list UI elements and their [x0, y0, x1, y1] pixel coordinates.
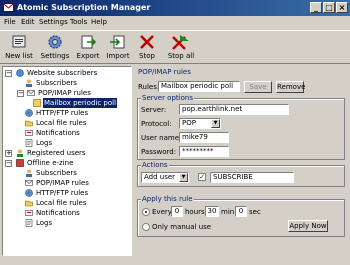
notification-icon: [25, 210, 33, 216]
close-button[interactable]: ×: [336, 2, 348, 13]
users-icon: [26, 169, 32, 177]
menu-help[interactable]: Help: [91, 18, 107, 26]
log-icon: [25, 219, 33, 227]
app-icon: [3, 3, 14, 12]
globe-icon: [25, 109, 33, 117]
mail-icon: [27, 90, 35, 96]
action-select[interactable]: Add user ▼: [141, 172, 189, 183]
mail-icon: [25, 180, 33, 186]
users-icon: [17, 149, 23, 157]
every-radio[interactable]: [142, 208, 150, 216]
menu-edit[interactable]: Edit: [21, 18, 35, 26]
minutes-label: min: [221, 208, 235, 216]
actions-caption: Actions: [141, 161, 169, 169]
ezine-icon: [16, 159, 24, 167]
server-label: Server:: [141, 106, 167, 114]
notification-icon: [25, 130, 33, 136]
minutes-input[interactable]: 30: [205, 206, 219, 217]
globe-icon: [25, 189, 33, 197]
seconds-input[interactable]: 0: [235, 206, 247, 217]
folder-icon: [25, 120, 33, 127]
stop-all-button[interactable]: Stop all: [166, 33, 196, 63]
hours-label: hours: [185, 208, 205, 216]
window-title: Atomic Subscription Manager: [17, 3, 151, 12]
apply-rule-group: Apply this rule Every: 0 hours 30 min 0 …: [137, 195, 345, 237]
chevron-down-icon[interactable]: ▼: [179, 173, 188, 182]
minimize-button[interactable]: _: [310, 2, 322, 13]
actions-group: Actions Add user ▼ ✓ SUBSCRIBE: [137, 161, 345, 187]
menu-file[interactable]: File: [4, 18, 16, 26]
menu-tools[interactable]: Tools: [70, 18, 87, 26]
manual-use-radio[interactable]: [142, 223, 150, 231]
rule-icon: [33, 99, 41, 107]
maximize-button[interactable]: □: [323, 2, 335, 13]
log-icon: [25, 139, 33, 147]
rules-field[interactable]: Mailbox periodic poll: [158, 81, 240, 92]
protocol-select[interactable]: POP ▼: [179, 118, 221, 129]
seconds-label: sec: [249, 208, 261, 216]
new-list-icon: [12, 35, 26, 48]
folder-icon: [25, 200, 33, 207]
manual-use-label: Only manual use: [152, 223, 212, 231]
title-bar: Atomic Subscription Manager _ □ ×: [0, 0, 350, 16]
keyword-input[interactable]: SUBSCRIBE: [210, 172, 294, 183]
apply-now-button[interactable]: Apply Now: [288, 220, 328, 232]
rule-editor-pane: POP/IMAP rules Rules: Mailbox periodic p…: [134, 66, 348, 263]
website-icon: [16, 69, 24, 77]
server-options-caption: Server options: [141, 94, 194, 102]
stop-button[interactable]: Stop: [136, 33, 158, 63]
chevron-down-icon[interactable]: ▼: [211, 119, 220, 128]
protocol-label: Protocol:: [141, 120, 172, 128]
menu-bar: File Edit Settings Tools Help: [0, 16, 350, 29]
server-options-group: Server options Server: pop.earthlink.net…: [137, 94, 345, 160]
username-label: User name:: [141, 134, 182, 142]
username-input[interactable]: mike79: [179, 132, 229, 143]
password-label: Password:: [141, 148, 177, 156]
import-button[interactable]: Import: [104, 33, 132, 63]
menu-settings[interactable]: Settings: [39, 18, 68, 26]
export-icon: [81, 35, 97, 49]
apply-rule-caption: Apply this rule: [141, 195, 194, 203]
save-button[interactable]: Save: [244, 81, 272, 93]
remove-button[interactable]: Remove: [276, 81, 305, 93]
panel-heading: POP/IMAP rules: [138, 68, 191, 76]
gear-icon: [48, 35, 62, 49]
toolbar: New list Settings Export Import Stop Sto…: [0, 30, 350, 64]
stop-icon: [140, 35, 154, 49]
server-input[interactable]: pop.earthlink.net: [179, 104, 289, 115]
export-button[interactable]: Export: [74, 33, 102, 63]
stop-all-icon: [172, 35, 189, 50]
users-icon: [26, 79, 32, 87]
import-icon: [110, 35, 125, 49]
password-input[interactable]: *********: [179, 146, 229, 157]
new-list-button[interactable]: New list: [3, 33, 35, 63]
rules-label: Rules:: [138, 83, 160, 91]
settings-button[interactable]: Settings: [40, 33, 70, 63]
hours-input[interactable]: 0: [171, 206, 183, 217]
tree-view[interactable]: − Website subscribers Subscribers − POP/…: [2, 66, 132, 256]
keyword-checkbox[interactable]: ✓: [198, 173, 206, 181]
